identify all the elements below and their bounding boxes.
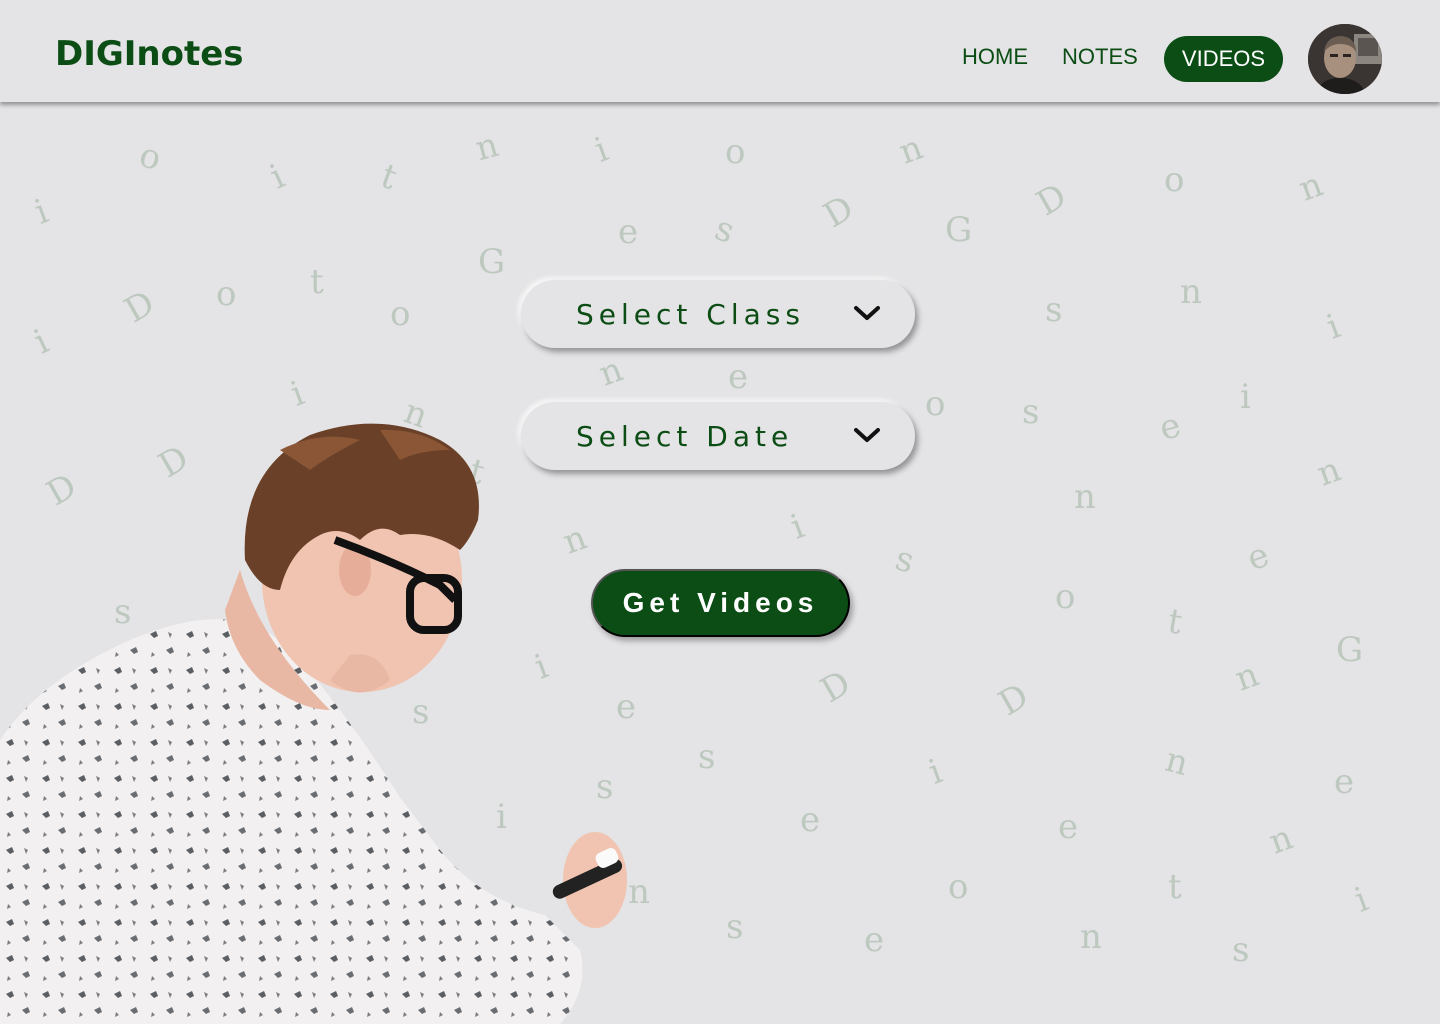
bg-letter: i [29,191,54,233]
bg-letter: n [593,349,629,395]
bg-letter: t [1164,601,1186,643]
select-class-label: Select Class [576,298,805,331]
bg-letter: n [893,127,929,173]
select-date-label: Select Date [576,420,794,453]
bg-letter: e [1058,807,1079,847]
bg-letter: t [1168,867,1182,907]
bg-letter: D [813,662,858,712]
nav-notes-link[interactable]: NOTES [1062,44,1138,70]
bg-letter: s [1022,392,1040,432]
bg-letter: e [728,357,749,397]
bg-letter: D [117,282,162,332]
bg-letter: i [923,751,948,793]
bg-letter: e [1155,405,1185,449]
person-figure [0,423,627,1024]
bg-letter: i [1349,879,1374,921]
chevron-down-icon [854,306,880,320]
bg-letter: n [1161,739,1193,785]
select-class-dropdown[interactable]: Select Class [521,280,915,348]
bg-letter: o [948,867,969,907]
bg-letter: D [991,675,1036,725]
bg-letter: i [28,321,55,363]
bg-letter: e [800,800,821,840]
bg-letter: n [1074,477,1096,517]
bg-letter: e [864,920,885,960]
bg-letter: t [375,155,403,199]
bg-letter: n [1311,449,1347,495]
bg-letter: n [1293,164,1329,210]
bg-letter: s [891,538,919,582]
bg-letter: n [1080,917,1102,957]
bg-letter: o [725,132,746,172]
site-logo[interactable]: DIGInotes [55,34,244,74]
bg-letter: i [264,156,291,198]
bg-letter: n [1263,817,1299,863]
bg-letter: s [709,208,740,252]
bg-letter: s [726,907,744,947]
bg-letter: i [589,129,614,171]
top-navbar: DIGInotes HOME NOTES VIDEOS [0,0,1440,102]
bg-letter: G [1336,630,1364,670]
bg-letter: n [1229,654,1265,700]
get-videos-button[interactable]: Get Videos [591,569,850,637]
bg-letter: i [1321,306,1346,348]
bg-letter: n [1180,272,1202,312]
nav-videos-link[interactable]: VIDEOS [1164,36,1283,82]
bg-letter: s [698,737,716,777]
bg-letter: o [1055,577,1076,617]
select-date-dropdown[interactable]: Select Date [521,402,915,470]
person-illustration [0,410,640,1024]
bg-letter: e [618,212,639,252]
bg-letter: s [1045,290,1063,330]
bg-letter: t [310,262,324,302]
bg-letter: i [785,506,810,548]
bg-letter: e [1241,534,1275,580]
user-avatar[interactable] [1308,24,1382,94]
bg-letter: G [478,242,506,282]
bg-letter: i [285,373,310,415]
nav-home-link[interactable]: HOME [962,44,1028,70]
bg-letter: o [135,135,166,179]
bg-letter: o [925,384,946,424]
bg-letter: e [1334,762,1355,802]
bg-letter: s [1232,930,1250,970]
chevron-down-icon [854,428,880,442]
bg-letter: n [471,124,503,170]
bg-letter: i [1240,377,1251,417]
avatar-photo [1308,24,1382,94]
bg-letter: o [1164,160,1185,200]
bg-letter: o [390,294,411,334]
bg-letter: D [816,187,861,237]
bg-letter: G [945,210,973,250]
bg-letter: o [216,274,237,314]
bg-letter: D [1029,175,1074,225]
